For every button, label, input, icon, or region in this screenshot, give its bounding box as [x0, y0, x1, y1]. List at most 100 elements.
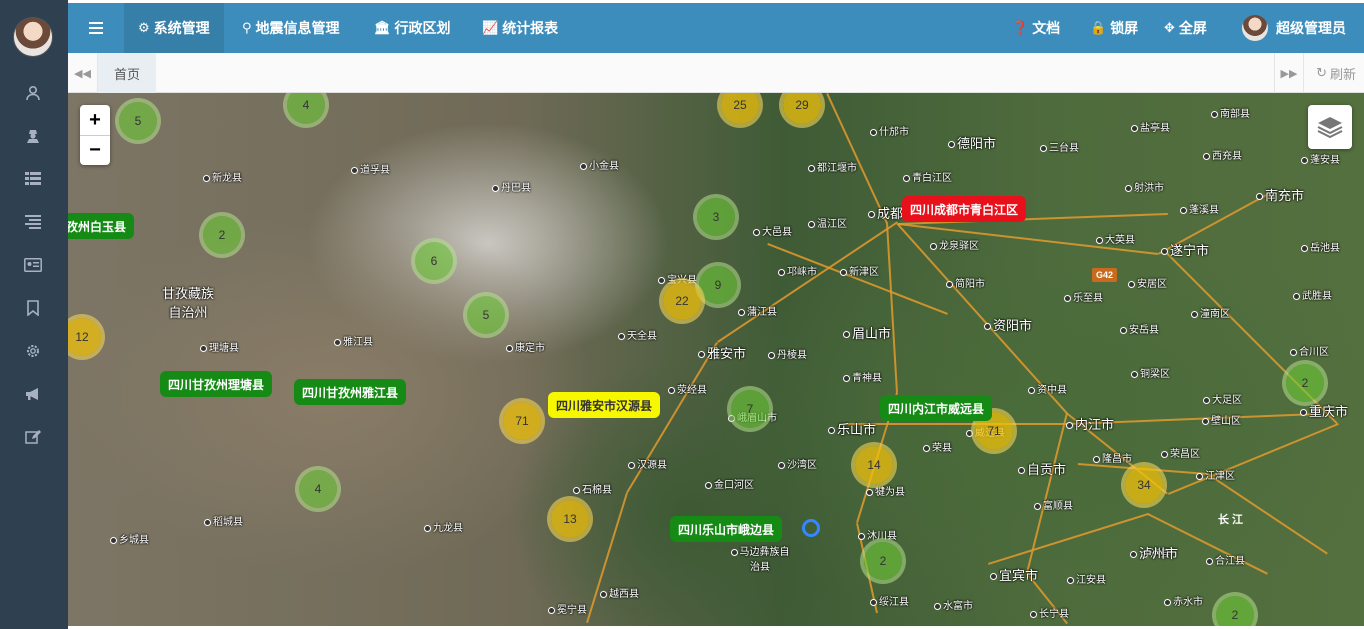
city-label: 荣昌区 — [1161, 445, 1200, 460]
earthquake-cluster-marker[interactable]: 2 — [1286, 364, 1324, 402]
city-label: 大邑县 — [753, 223, 792, 238]
earthquake-cluster-marker[interactable]: 29 — [783, 93, 821, 124]
fullscreen-button[interactable]: ✥ 全屏 — [1164, 3, 1207, 53]
earthquake-cluster-marker[interactable]: 13 — [551, 500, 589, 538]
nav-system-management[interactable]: ⚙ 系统管理 — [124, 3, 224, 53]
th-list-icon[interactable] — [22, 168, 44, 190]
earthquake-location-label[interactable]: 四川内江市威远县 — [880, 395, 993, 421]
avatar[interactable] — [13, 17, 53, 57]
earthquake-cluster-marker[interactable]: 34 — [1125, 466, 1163, 504]
earthquake-cluster-marker[interactable]: 71 — [503, 402, 541, 440]
earthquake-cluster-marker[interactable]: 9 — [699, 266, 737, 304]
tab-home[interactable]: 首页 — [98, 53, 156, 93]
earthquake-location-label[interactable]: 四川成都市青白江区 — [902, 196, 1027, 222]
zoom-in-button[interactable]: + — [80, 105, 110, 135]
user-menu[interactable]: 超级管理员 — [1242, 3, 1346, 53]
user-secret-icon[interactable] — [22, 125, 44, 147]
tab-scroll-right-button[interactable]: ▶▶ — [1274, 53, 1304, 93]
gear-icon: ⚙ — [138, 20, 150, 36]
refresh-icon: ↻ — [1316, 65, 1327, 81]
city-label: 蓬溪县 — [1180, 201, 1219, 216]
sidebar-toggle-button[interactable] — [68, 3, 124, 53]
earthquake-cluster-marker[interactable]: 6 — [415, 242, 453, 280]
city-label: 南充市 — [1256, 185, 1304, 204]
city-label: 泸州市 — [1130, 543, 1178, 562]
road-line — [988, 513, 1149, 565]
layers-button[interactable] — [1308, 105, 1352, 149]
earthquake-location-label[interactable]: 四川乐山市峨边县 — [670, 516, 783, 542]
earthquake-cluster-marker[interactable]: 4 — [299, 470, 337, 508]
road-line — [767, 243, 948, 315]
map-marker-icon: ⚲ — [242, 20, 252, 36]
city-label: 犍为县 — [866, 483, 905, 498]
tab-scroll-left-button[interactable]: ◀◀ — [68, 53, 98, 93]
city-label: 道孚县 — [351, 161, 390, 176]
earthquake-cluster-marker[interactable]: 14 — [855, 446, 893, 484]
city-label: 江津区 — [1196, 467, 1235, 482]
city-label: 大足区 — [1203, 391, 1242, 406]
city-label: 青白江区 — [903, 169, 952, 184]
cog-icon[interactable] — [22, 340, 44, 362]
earthquake-cluster-marker[interactable]: 2 — [203, 216, 241, 254]
earthquake-location-label[interactable]: 四川甘孜州雅江县 — [294, 379, 407, 405]
city-label: 水富市 — [934, 597, 973, 612]
area-chart-icon: 📈 — [482, 20, 499, 36]
earthquake-location-label[interactable]: 四川雅安市汉源县 — [548, 392, 661, 418]
refresh-button[interactable]: ↻ 刷新 — [1316, 53, 1356, 93]
city-label: 龙泉驿区 — [930, 237, 979, 252]
earthquake-cluster-marker[interactable]: 2 — [864, 542, 902, 580]
road-line — [886, 223, 898, 394]
city-label: 新龙县 — [203, 169, 242, 184]
earthquake-cluster-marker[interactable]: 7 — [731, 390, 769, 428]
bullhorn-icon[interactable] — [22, 383, 44, 405]
city-label: 隆昌市 — [1093, 450, 1132, 465]
location-marker[interactable] — [802, 519, 820, 537]
user-avatar — [1242, 15, 1268, 41]
id-card-icon[interactable] — [22, 254, 44, 276]
city-label: 天全县 — [618, 327, 657, 342]
city-label: 石棉县 — [573, 481, 612, 496]
city-label: 什邡市 — [870, 123, 909, 138]
city-label: 甘孜藏族自治州 — [161, 286, 214, 320]
list-icon[interactable] — [22, 211, 44, 233]
city-label: 西充县 — [1203, 147, 1242, 162]
earthquake-location-label[interactable]: 四川甘孜州理塘县 — [160, 371, 273, 397]
zoom-out-button[interactable]: − — [80, 135, 110, 165]
city-label: 丹巴县 — [492, 179, 531, 194]
bank-icon: 🏛 — [374, 20, 391, 36]
nav-statistics-report[interactable]: 📈 统计报表 — [482, 3, 558, 53]
earthquake-cluster-marker[interactable]: 5 — [119, 102, 157, 140]
lock-icon: 🔒 — [1090, 20, 1107, 36]
city-label: 岳池县 — [1301, 239, 1340, 254]
tab-bar: ◀◀ 首页 ▶▶ ↻ 刷新 — [68, 53, 1364, 93]
earthquake-cluster-marker[interactable]: 3 — [697, 198, 735, 236]
earthquake-location-label[interactable]: 孜州白玉县 — [68, 213, 135, 239]
nav-earthquake-info[interactable]: ⚲ 地震信息管理 — [242, 3, 340, 53]
city-label: 武胜县 — [1293, 287, 1332, 302]
earthquake-cluster-marker[interactable]: 2 — [1216, 596, 1254, 626]
bookmark-icon[interactable] — [22, 297, 44, 319]
edit-icon[interactable] — [22, 426, 44, 448]
earthquake-map[interactable]: + − G42 长 江 什邡市 德阳市 三台县 盐亭县 南部县 西充县 蓬安县 射洪市 南充市 都… — [68, 93, 1364, 626]
earthquake-cluster-marker[interactable]: 22 — [663, 282, 701, 320]
city-label: 雅安市 — [698, 343, 746, 362]
city-label: 新津区 — [840, 263, 879, 278]
city-label: 金口河区 — [705, 476, 754, 491]
user-icon[interactable] — [22, 82, 44, 104]
top-navbar: ⚙ 系统管理 ⚲ 地震信息管理 🏛 行政区划 📈 统计报表 ❓ 文档 🔒 锁屏 ✥ 全屏 超级… — [68, 3, 1364, 53]
city-label: 潼南区 — [1191, 305, 1230, 320]
earthquake-cluster-marker[interactable]: 4 — [287, 93, 325, 124]
nav-administrative-division[interactable]: 🏛 行政区划 — [374, 3, 451, 53]
city-label: 三台县 — [1040, 139, 1079, 154]
docs-button[interactable]: ❓ 文档 — [1012, 3, 1060, 53]
city-label: 乐至县 — [1064, 289, 1103, 304]
lock-screen-button[interactable]: 🔒 锁屏 — [1090, 3, 1138, 53]
earthquake-cluster-marker[interactable]: 12 — [68, 318, 101, 356]
city-label: 青神县 — [843, 369, 882, 384]
city-label: 荥经县 — [668, 381, 707, 396]
city-label: 沙湾区 — [778, 456, 817, 471]
question-circle-icon: ❓ — [1012, 20, 1029, 36]
city-label: 南部县 — [1211, 105, 1250, 120]
earthquake-cluster-marker[interactable]: 5 — [467, 296, 505, 334]
earthquake-cluster-marker[interactable]: 25 — [721, 93, 759, 124]
